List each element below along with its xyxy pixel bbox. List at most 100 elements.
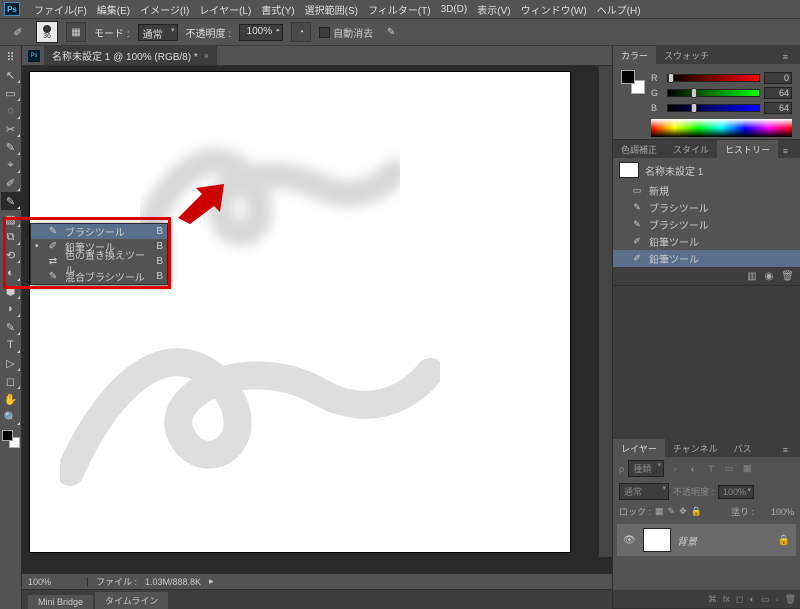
menu-edit[interactable]: 編集(E) — [97, 2, 130, 17]
history-item[interactable]: ✐鉛筆ツール — [613, 250, 800, 267]
tab-timeline[interactable]: タイムライン — [95, 592, 168, 609]
history-snapshot[interactable]: 名称未設定 1 — [613, 158, 800, 182]
menu-layer[interactable]: レイヤー(L) — [199, 2, 251, 17]
shape-tool[interactable]: ◻ — [1, 372, 21, 390]
color-fgbg-swatch[interactable] — [621, 70, 645, 94]
hand-tool[interactable]: ✋ — [1, 390, 21, 408]
panel-menu-icon[interactable]: ≡ — [775, 442, 796, 458]
layer-row[interactable]: 👁 背景 🔒 — [617, 524, 796, 556]
history-item[interactable]: ✎ブラシツール — [613, 199, 800, 216]
history-item[interactable]: ✐鉛筆ツール — [613, 233, 800, 250]
g-slider[interactable] — [667, 89, 760, 97]
tab-history[interactable]: ヒストリー — [717, 140, 778, 159]
menu-image[interactable]: イメージ(I) — [140, 2, 189, 17]
history-item[interactable]: ✎ブラシツール — [613, 216, 800, 233]
wand-tool[interactable]: ✂ — [1, 120, 21, 138]
flyout-brush-tool[interactable]: ✎ ブラシツール B — [31, 224, 167, 239]
tab-swatches[interactable]: スウォッチ — [656, 46, 717, 65]
status-dropdown-icon[interactable]: ▸ — [209, 576, 214, 587]
filter-smart-icon[interactable]: ▦ — [740, 462, 754, 476]
collapse-handle-icon[interactable]: ⠿ — [1, 48, 21, 66]
panel-menu-icon[interactable]: ≡ — [775, 49, 796, 65]
snapshot-icon[interactable]: ▥ — [747, 271, 756, 282]
blend-mode-select[interactable]: 通常 — [619, 483, 669, 500]
link-icon[interactable]: ⌘ — [708, 594, 717, 605]
color-swatches[interactable] — [2, 430, 20, 448]
eraser-tool[interactable]: ⟲ — [1, 246, 21, 264]
marquee-tool[interactable]: ▭ — [1, 84, 21, 102]
filter-type-icon[interactable]: T — [704, 462, 718, 476]
history-item[interactable]: ▭新規 — [613, 182, 800, 199]
filter-adjust-icon[interactable]: ◐ — [686, 462, 700, 476]
filter-image-icon[interactable]: ▫ — [668, 462, 682, 476]
tab-styles[interactable]: スタイル — [665, 140, 717, 159]
b-slider[interactable] — [667, 104, 760, 112]
r-slider[interactable] — [667, 74, 760, 82]
tab-adjustments[interactable]: 色調補正 — [613, 140, 665, 159]
menu-file[interactable]: ファイル(F) — [34, 2, 87, 17]
current-tool-icon[interactable]: ✐ — [8, 23, 28, 41]
foreground-color[interactable] — [2, 430, 13, 441]
brush-preset-picker[interactable]: 36 — [36, 21, 58, 43]
menu-view[interactable]: 表示(V) — [477, 2, 510, 17]
pressure-size-icon[interactable]: ✎ — [381, 22, 401, 42]
opacity-value[interactable]: 100% — [239, 24, 283, 41]
tab-channels[interactable]: チャンネル — [665, 439, 726, 458]
brush-tool[interactable]: ✎ — [1, 192, 21, 210]
vertical-scrollbar[interactable] — [598, 66, 612, 557]
close-icon[interactable]: × — [204, 51, 209, 61]
camera-icon[interactable]: ◉ — [765, 271, 774, 282]
document-tab[interactable]: 名称未設定 1 @ 100% (RGB/8) * × — [44, 46, 217, 65]
blend-mode-select[interactable]: 通常 — [138, 24, 178, 41]
menu-type[interactable]: 書式(Y) — [261, 2, 294, 17]
pen-tool[interactable]: ✎ — [1, 318, 21, 336]
flyout-mixer-brush-tool[interactable]: ✎ 混合ブラシツール B — [31, 269, 167, 284]
layer-opacity[interactable]: 100% — [718, 485, 754, 499]
lock-all-icon[interactable]: 🔒 — [691, 506, 702, 517]
mask-icon[interactable]: ◻ — [736, 594, 743, 605]
zoom-value[interactable]: 100% — [28, 577, 88, 587]
menu-filter[interactable]: フィルター(T) — [368, 2, 431, 17]
trash-icon[interactable]: 🗑 — [781, 271, 794, 282]
filter-shape-icon[interactable]: ▭ — [722, 462, 736, 476]
r-value[interactable]: 0 — [764, 72, 792, 84]
adjust-icon[interactable]: ◐ — [749, 594, 754, 604]
lock-trans-icon[interactable]: ▦ — [655, 506, 664, 517]
move-tool[interactable]: ↖ — [1, 66, 21, 84]
lock-move-icon[interactable]: ✥ — [679, 506, 687, 517]
menu-select[interactable]: 選択範囲(S) — [305, 2, 358, 17]
new-layer-icon[interactable]: ▫ — [775, 594, 778, 604]
g-value[interactable]: 64 — [764, 87, 792, 99]
tab-mini-bridge[interactable]: Mini Bridge — [28, 595, 93, 609]
menu-help[interactable]: ヘルプ(H) — [597, 2, 641, 17]
fill-value[interactable]: 100% — [758, 507, 794, 517]
pressure-opacity-icon[interactable]: ◔ — [291, 22, 311, 42]
lock-brush-icon[interactable]: ✎ — [668, 506, 676, 517]
brush-panel-toggle[interactable]: ▦ — [66, 22, 86, 42]
tab-layers[interactable]: レイヤー — [613, 439, 665, 458]
dodge-tool[interactable]: ◗ — [1, 300, 21, 318]
fg-swatch[interactable] — [621, 70, 635, 84]
menu-window[interactable]: ウィンドウ(W) — [521, 2, 587, 17]
tab-color[interactable]: カラー — [613, 46, 656, 65]
gradient-tool[interactable]: ◐ — [1, 264, 21, 282]
menu-3d[interactable]: 3D(D) — [441, 4, 468, 15]
path-tool[interactable]: ▷ — [1, 354, 21, 372]
flyout-color-replace-tool[interactable]: ⇄ 色の置き換えツール B — [31, 254, 167, 269]
spectrum-bar[interactable] — [651, 119, 792, 137]
history-brush-tool[interactable]: ⧉ — [1, 228, 21, 246]
fx-icon[interactable]: fx — [723, 594, 730, 604]
stamp-tool[interactable]: ▨ — [1, 210, 21, 228]
tab-paths[interactable]: パス — [725, 439, 759, 458]
type-tool[interactable]: T — [1, 336, 21, 354]
visibility-icon[interactable]: 👁 — [623, 535, 637, 546]
panel-menu-icon[interactable]: ≡ — [775, 143, 796, 159]
zoom-tool[interactable]: 🔍 — [1, 408, 21, 426]
heal-tool[interactable]: ✐ — [1, 174, 21, 192]
kind-select[interactable]: 種類 — [628, 460, 664, 477]
group-icon[interactable]: ▭ — [761, 594, 770, 605]
crop-tool[interactable]: ✎ — [1, 138, 21, 156]
b-value[interactable]: 64 — [764, 102, 792, 114]
auto-erase-checkbox[interactable]: 自動消去 — [319, 25, 373, 40]
blur-tool[interactable]: ⬢ — [1, 282, 21, 300]
